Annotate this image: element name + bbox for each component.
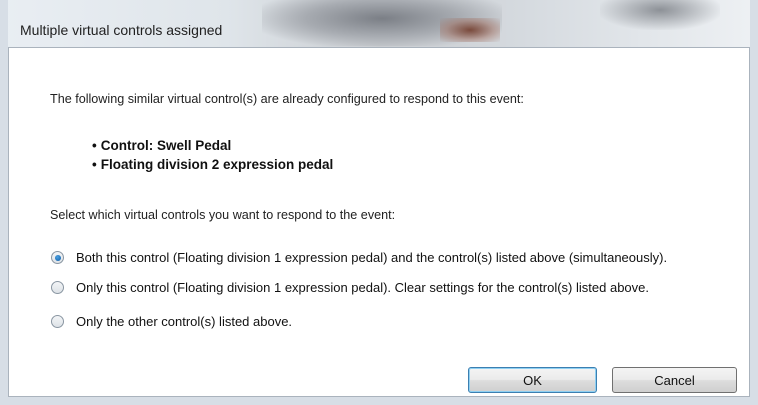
option-label: Both this control (Floating division 1 e… (76, 250, 668, 265)
radio-button-selected[interactable] (51, 251, 64, 264)
ok-button[interactable]: OK (468, 367, 597, 393)
window-title: Multiple virtual controls assigned (20, 22, 223, 38)
list-item: Floating division 2 expression pedal (92, 155, 334, 174)
radio-button[interactable] (51, 315, 64, 328)
intro-text: The following similar virtual control(s)… (50, 92, 524, 106)
option-label: Only this control (Floating division 1 e… (76, 280, 649, 295)
select-prompt: Select which virtual controls you want t… (50, 208, 396, 222)
option-only-this-control[interactable]: Only this control (Floating division 1 e… (51, 280, 649, 295)
dialog-window: Multiple virtual controls assigned The f… (0, 0, 758, 405)
cancel-button[interactable]: Cancel (612, 367, 737, 393)
list-item: Control: Swell Pedal (92, 136, 333, 155)
title-bar[interactable]: Multiple virtual controls assigned (0, 0, 758, 47)
configured-controls-list: Control: Swell Pedal Floating division 2… (92, 136, 334, 174)
dialog-content: The following similar virtual control(s)… (8, 47, 750, 397)
option-only-other-controls[interactable]: Only the other control(s) listed above. (51, 314, 292, 329)
option-label: Only the other control(s) listed above. (76, 314, 293, 329)
radio-button[interactable] (51, 281, 64, 294)
option-both-controls[interactable]: Both this control (Floating division 1 e… (51, 250, 667, 265)
